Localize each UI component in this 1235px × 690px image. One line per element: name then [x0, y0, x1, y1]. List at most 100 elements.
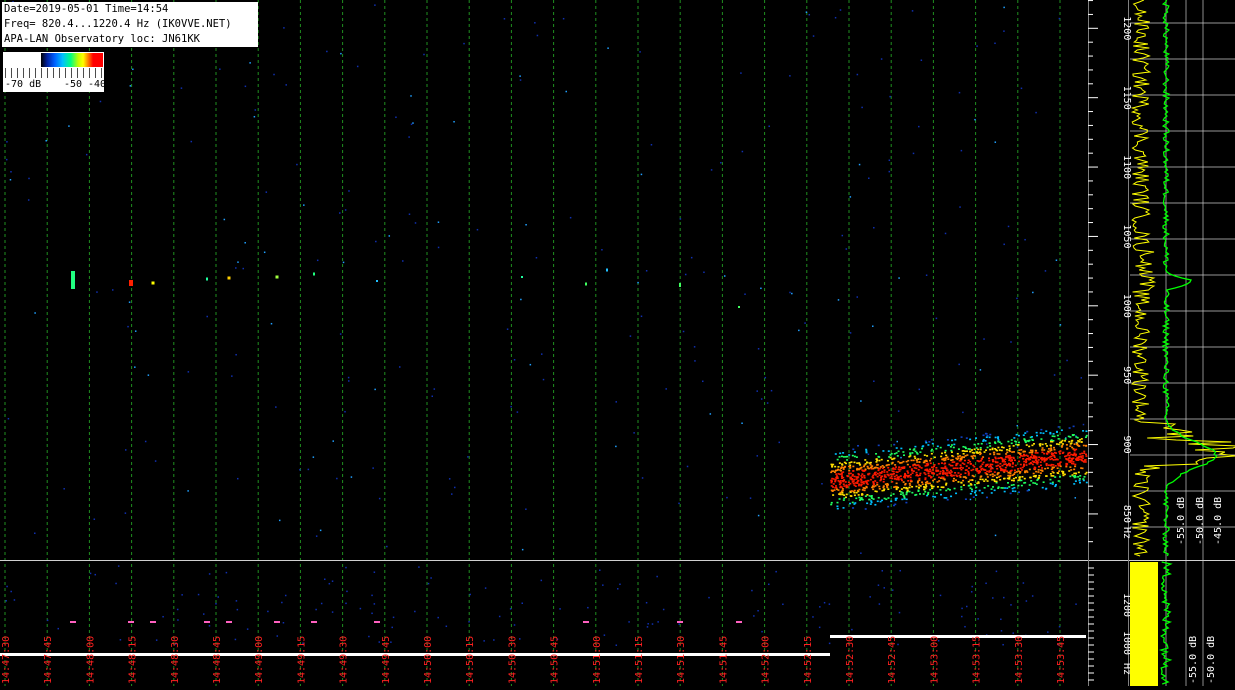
- echo-pixel: [977, 481, 980, 483]
- echo-pixel: [848, 461, 851, 464]
- echo-pixel: [853, 478, 856, 481]
- noise-speck: [756, 455, 759, 457]
- echo-pixel: [953, 443, 956, 446]
- echo-pixel: [1008, 449, 1011, 452]
- echo-pixel: [839, 452, 842, 455]
- noise-speck: [27, 199, 30, 201]
- noise-speck: [559, 608, 561, 610]
- echo-pixel: [843, 485, 846, 487]
- echo-pixel: [940, 467, 943, 469]
- echo-pixel: [864, 468, 867, 471]
- noise-speck: [960, 149, 963, 152]
- echo-pixel: [962, 484, 965, 486]
- echo-pixel: [996, 472, 999, 475]
- echo-pixel: [970, 449, 973, 451]
- echo-pixel: [831, 470, 834, 472]
- noise-speck: [812, 616, 814, 618]
- echo-pixel: [997, 486, 1000, 488]
- noise-speck: [63, 488, 65, 490]
- echo-pixel: [1033, 466, 1036, 469]
- noise-speck: [509, 608, 512, 610]
- echo-pixel: [852, 480, 855, 482]
- noise-speck: [190, 140, 193, 143]
- echo-pixel: [856, 489, 859, 492]
- echo-pixel: [975, 447, 978, 449]
- echo-pixel: [920, 467, 923, 469]
- echo-pixel: [1064, 440, 1067, 442]
- echo-pixel: [1050, 439, 1053, 441]
- info-date-time: Date=2019-05-01 Time=14:54: [4, 3, 169, 15]
- noise-speck: [897, 410, 900, 412]
- noise-speck: [437, 221, 440, 223]
- noise-speck: [348, 190, 350, 192]
- echo-pixel: [1039, 472, 1042, 474]
- noise-speck: [647, 623, 649, 625]
- noise-speck: [966, 605, 968, 608]
- noise-speck: [789, 291, 791, 294]
- echo-pixel: [919, 458, 922, 460]
- noise-speck: [845, 248, 848, 250]
- meteor-echo-mark: [204, 621, 210, 623]
- echo-pixel: [916, 461, 919, 463]
- noise-speck: [1022, 582, 1025, 584]
- echo-pixel: [999, 478, 1002, 481]
- echo-pixel: [1008, 447, 1011, 450]
- echo-pixel: [1077, 471, 1080, 474]
- echo-pixel: [882, 489, 885, 492]
- echo-pixel: [936, 474, 939, 476]
- noise-speck: [319, 529, 322, 532]
- echo-pixel: [969, 438, 972, 441]
- echo-pixel: [991, 475, 994, 478]
- echo-pixel: [986, 434, 989, 437]
- noise-speck: [57, 627, 60, 630]
- noise-speck: [331, 580, 334, 582]
- echo-pixel: [1028, 463, 1031, 465]
- echo-pixel: [853, 461, 856, 464]
- echo-pixel: [874, 503, 877, 506]
- echo-pixel: [990, 488, 993, 490]
- echo-pixel: [1085, 453, 1088, 456]
- echo-pixel: [918, 461, 921, 463]
- echo-pixel: [973, 443, 976, 446]
- time-label: 14:49:45: [381, 636, 392, 684]
- echo-pixel: [842, 483, 845, 486]
- echo-pixel: [886, 486, 889, 489]
- echo-pixel: [1073, 468, 1076, 471]
- echo-pixel: [1053, 435, 1056, 438]
- echo-pixel: [975, 494, 978, 496]
- noise-speck: [918, 125, 920, 128]
- echo-pixel: [860, 475, 863, 477]
- echo-pixel: [896, 455, 899, 457]
- echo-pixel: [906, 463, 909, 466]
- echo-pixel: [964, 455, 967, 457]
- echo-pixel: [937, 462, 940, 465]
- echo-pixel: [997, 457, 1000, 460]
- echo-pixel: [1026, 430, 1029, 433]
- echo-pixel: [904, 472, 907, 475]
- echo-pixel: [935, 492, 938, 495]
- noise-speck: [1058, 625, 1061, 628]
- echo-pixel: [919, 472, 922, 475]
- echo-pixel: [903, 496, 906, 499]
- echo-pixel: [1021, 466, 1024, 469]
- echo-pixel: [851, 501, 854, 504]
- echo-pixel: [900, 488, 903, 490]
- echo-pixel: [902, 494, 905, 496]
- echo-pixel: [1045, 462, 1048, 465]
- echo-pixel: [986, 470, 989, 473]
- noise-speck: [873, 226, 875, 229]
- noise-speck: [645, 270, 648, 272]
- echo-pixel: [842, 452, 845, 454]
- echo-pixel: [1008, 464, 1011, 467]
- noise-speck: [410, 95, 412, 97]
- echo-pixel: [944, 465, 947, 468]
- noise-speck: [708, 596, 710, 599]
- noise-speck: [565, 90, 567, 93]
- echo-pixel: [1041, 443, 1044, 446]
- echo-pixel: [993, 479, 996, 481]
- echo-pixel: [993, 489, 996, 492]
- noise-speck: [709, 413, 712, 415]
- echo-pixel: [986, 476, 989, 478]
- echo-pixel: [1028, 484, 1031, 486]
- noise-speck: [983, 338, 985, 340]
